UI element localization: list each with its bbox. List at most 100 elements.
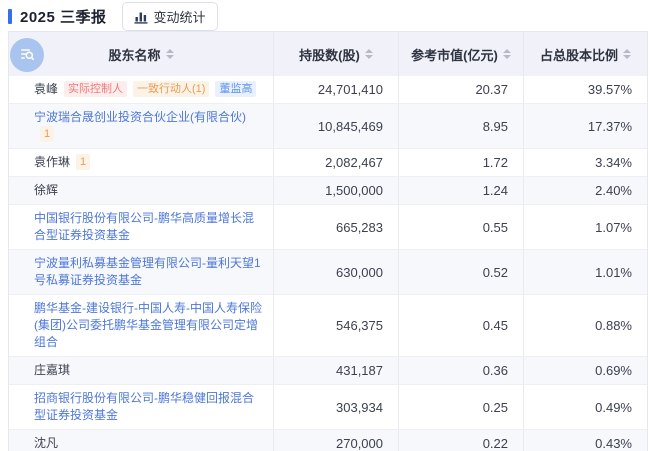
shareholder-name-wrap: 鹏华基金-建设银行-中国人寿-中国人寿保险(集团)公司委托鹏华基金管理有限公司定… [34,300,265,351]
shareholder-tag: 1 [40,126,54,142]
market-value-cell: 1.24 [399,177,524,204]
shareholder-tag: 1 [76,154,90,170]
column-label: 占总股本比例 [540,45,618,64]
column-label: 参考市值(亿元) [411,45,498,64]
sort-carets-icon [503,49,511,59]
shareholder-name-wrap: 中国银行股份有限公司-鹏华高质量增长混合型证券投资基金 [34,210,265,244]
shares-cell: 1,500,000 [274,177,399,204]
shareholder-name-wrap: 宁波瑞合晟创业投资合伙企业(有限合伙) 1 [34,109,265,143]
ratio-cell: 1.01% [524,250,647,294]
shareholder-name-cell: 招商银行股份有限公司-鹏华稳健回报混合型证券投资基金 [9,385,274,429]
table-row: 袁峰实际控制人一致行动人(1) 董监高 24,701,410 20.37 39.5… [9,76,647,103]
table-row: 鹏华基金-建设银行-中国人寿-中国人寿保险(集团)公司委托鹏华基金管理有限公司定… [9,294,647,356]
ratio-cell: 0.88% [524,295,647,356]
ratio-cell: 2.40% [524,177,647,204]
shareholder-name-wrap: 袁峰实际控制人一致行动人(1) 董监高 [34,81,256,98]
market-value-cell: 0.22 [399,430,524,451]
shareholders-table: 股东名称 持股数(股) 参考市值(亿元) 占总股本比例 袁峰实际控制人一致行动人… [8,31,648,451]
column-label: 股东名称 [108,45,160,64]
list-search-icon [19,46,35,65]
shareholder-name-wrap: 招商银行股份有限公司-鹏华稳健回报混合型证券投资基金 [34,390,265,424]
ratio-cell: 0.49% [524,385,647,429]
market-value-cell: 0.45 [399,295,524,356]
shareholder-tag: 董监高 [215,81,256,97]
shareholder-tags: 1 [34,127,54,141]
title-accent-bar [8,9,12,24]
shares-cell: 24,701,410 [274,76,399,103]
shares-cell: 630,000 [274,250,399,294]
shareholder-name-cell: 袁作琳 1 [9,149,274,176]
sort-carets-icon [623,49,631,59]
ratio-cell: 3.34% [524,149,647,176]
shares-cell: 270,000 [274,430,399,451]
table-header-row: 股东名称 持股数(股) 参考市值(亿元) 占总股本比例 [9,32,647,76]
table-row: 宁波量利私募基金管理有限公司-量利天望1号私募证券投资基金 630,000 0.… [9,249,647,294]
shareholder-name[interactable]: 鹏华基金-建设银行-中国人寿-中国人寿保险(集团)公司委托鹏华基金管理有限公司定… [34,301,262,349]
shareholder-name-cell: 宁波瑞合晟创业投资合伙企业(有限合伙) 1 [9,104,274,148]
page-title: 2025 三季报 [20,6,107,27]
market-value-cell: 0.52 [399,250,524,294]
shareholder-name-wrap: 徐辉 [34,182,58,199]
shares-cell: 546,375 [274,295,399,356]
shares-cell: 431,187 [274,357,399,384]
shareholder-name-cell: 庄嘉琪 [9,357,274,384]
shareholder-tags: 实际控制人一致行动人(1) 董监高 [58,82,256,96]
ratio-cell: 0.69% [524,357,647,384]
shareholder-name: 沈凡 [34,436,58,450]
shareholder-name-wrap: 庄嘉琪 [34,362,70,379]
column-header-shares[interactable]: 持股数(股) [274,32,399,76]
ratio-cell: 39.57% [524,76,647,103]
shareholder-name: 袁峰 [34,82,58,96]
market-value-cell: 20.37 [399,76,524,103]
market-value-cell: 1.72 [399,149,524,176]
table-row: 徐辉 1,500,000 1.24 2.40% [9,176,647,204]
shareholder-name-cell: 徐辉 [9,177,274,204]
table-row: 袁作琳 1 2,082,467 1.72 3.34% [9,148,647,176]
ratio-cell: 17.37% [524,104,647,148]
table-body: 袁峰实际控制人一致行动人(1) 董监高 24,701,410 20.37 39.5… [9,76,647,451]
shareholder-name-cell: 宁波量利私募基金管理有限公司-量利天望1号私募证券投资基金 [9,250,274,294]
column-label: 持股数(股) [299,45,360,64]
shareholder-tags: 1 [70,155,90,169]
shareholder-name-wrap: 宁波量利私募基金管理有限公司-量利天望1号私募证券投资基金 [34,255,265,289]
shares-cell: 303,934 [274,385,399,429]
report-header: 2025 三季报 变动统计 [0,0,650,31]
market-value-cell: 0.36 [399,357,524,384]
shareholder-name[interactable]: 宁波瑞合晟创业投资合伙企业(有限合伙) [34,110,246,124]
shares-cell: 2,082,467 [274,149,399,176]
shareholder-tag: 实际控制人 [64,81,127,97]
column-header-shareholder-name[interactable]: 股东名称 [9,32,274,76]
market-value-cell: 0.55 [399,205,524,249]
ratio-cell: 0.43% [524,430,647,451]
column-header-market-value[interactable]: 参考市值(亿元) [399,32,524,76]
shareholder-name: 袁作琳 [34,155,70,169]
shareholder-tag: 一致行动人(1) [133,81,209,97]
shares-cell: 665,283 [274,205,399,249]
shareholder-name: 庄嘉琪 [34,363,70,377]
table-row: 招商银行股份有限公司-鹏华稳健回报混合型证券投资基金 303,934 0.25 … [9,384,647,429]
shareholder-name[interactable]: 中国银行股份有限公司-鹏华高质量增长混合型证券投资基金 [34,211,254,242]
table-row: 沈凡 270,000 0.22 0.43% [9,429,647,451]
shareholder-name-cell: 中国银行股份有限公司-鹏华高质量增长混合型证券投资基金 [9,205,274,249]
ratio-cell: 1.07% [524,205,647,249]
shareholder-name-cell: 沈凡 [9,430,274,451]
sort-carets-icon [166,49,174,59]
shareholder-name-wrap: 沈凡 [34,435,58,451]
table-row: 庄嘉琪 431,187 0.36 0.69% [9,356,647,384]
sort-carets-icon [365,49,373,59]
table-row: 中国银行股份有限公司-鹏华高质量增长混合型证券投资基金 665,283 0.55… [9,204,647,249]
shareholder-name-cell: 鹏华基金-建设银行-中国人寿-中国人寿保险(集团)公司委托鹏华基金管理有限公司定… [9,295,274,356]
market-value-cell: 0.25 [399,385,524,429]
shareholder-name: 徐辉 [34,183,58,197]
table-row: 宁波瑞合晟创业投资合伙企业(有限合伙) 1 10,845,469 8.95 17.… [9,103,647,148]
change-stats-label: 变动统计 [154,7,206,26]
shares-cell: 10,845,469 [274,104,399,148]
shareholder-name-cell: 袁峰实际控制人一致行动人(1) 董监高 [9,76,274,103]
market-value-cell: 8.95 [399,104,524,148]
shareholder-name[interactable]: 宁波量利私募基金管理有限公司-量利天望1号私募证券投资基金 [34,256,261,287]
shareholder-name[interactable]: 招商银行股份有限公司-鹏华稳健回报混合型证券投资基金 [34,391,254,422]
change-stats-button[interactable]: 变动统计 [122,2,218,31]
shareholder-name-wrap: 袁作琳 1 [34,154,90,171]
search-filter-button[interactable] [10,38,44,72]
column-header-ratio[interactable]: 占总股本比例 [524,32,647,76]
